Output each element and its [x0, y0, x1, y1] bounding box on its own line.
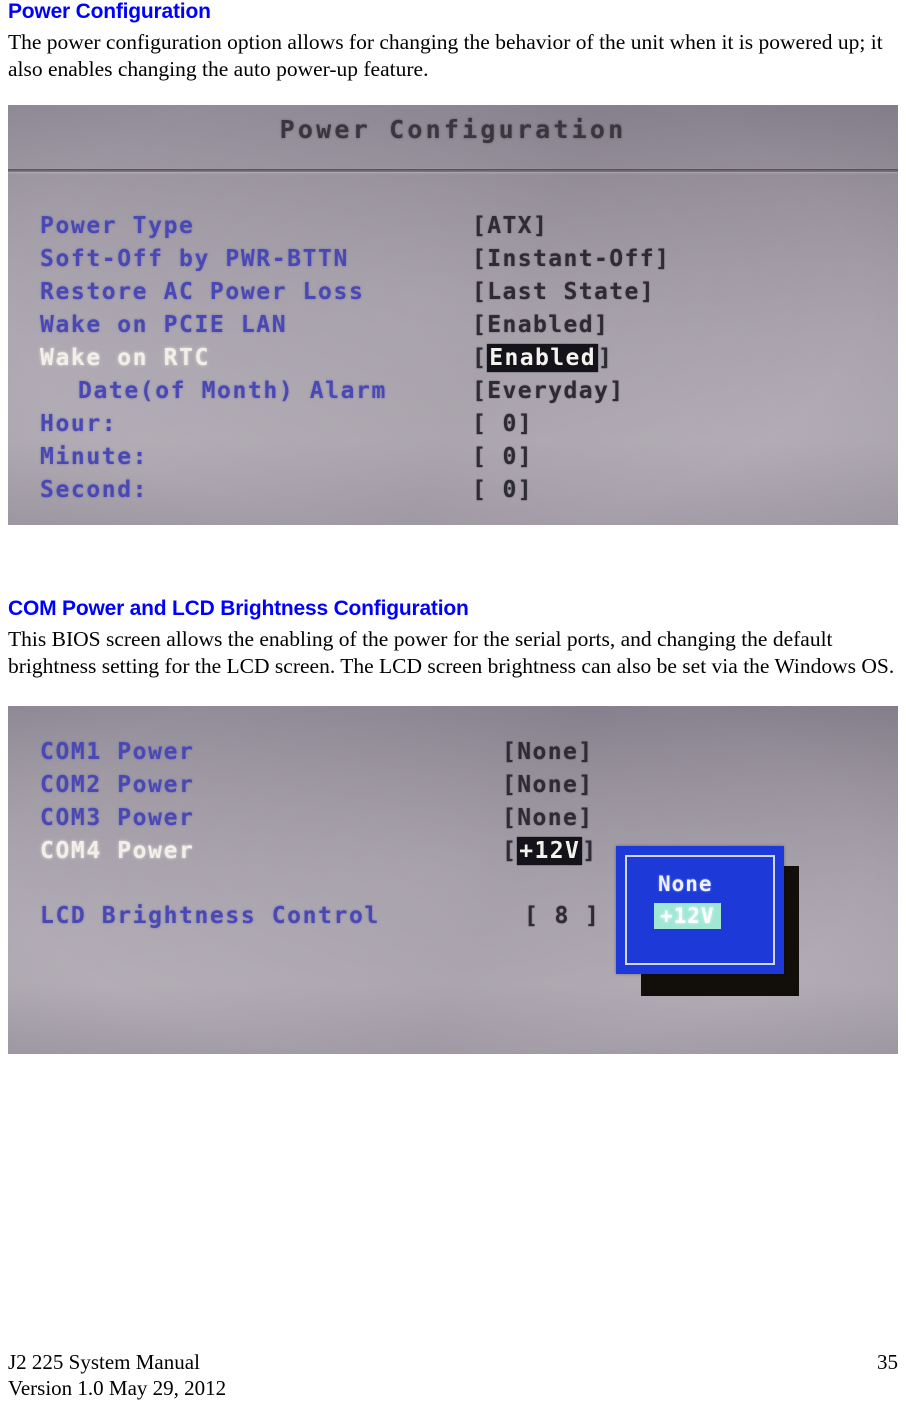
bios-setting-value[interactable]: [ 0]: [472, 441, 533, 474]
bios-screenshot-com-power-lcd-brightness: COM1 Power [None] COM2 Power [None] COM3 Pow…: [8, 706, 898, 1054]
bios-setting-row[interactable]: Date(of Month) Alarm [Everyday]: [40, 375, 888, 408]
bios-setting-row[interactable]: Power Type [ATX]: [40, 210, 888, 243]
bios-setting-row[interactable]: Wake on RTC [Enabled]: [40, 342, 888, 375]
section-heading-com-power-lcd-brightness: COM Power and LCD Brightness Configurati…: [8, 597, 469, 620]
bios-setting-label: Hour:: [40, 411, 118, 437]
footer-manual-info: J2 225 System Manual Version 1.0 May 29,…: [8, 1349, 226, 1401]
bios-setting-row[interactable]: Second: [ 0]: [40, 474, 888, 507]
bios-setting-value[interactable]: [Last State]: [472, 276, 655, 309]
bios-setting-value[interactable]: [+12V]: [502, 835, 598, 868]
footer-version-line: Version 1.0 May 29, 2012: [8, 1376, 227, 1400]
bios-setting-label: Wake on PCIE LAN: [40, 312, 288, 338]
section-heading-power-configuration: Power Configuration: [8, 0, 211, 23]
bios-setting-label: Date(of Month) Alarm: [78, 378, 387, 404]
footer-page-number: 35: [877, 1350, 898, 1374]
bios-setting-row[interactable]: Minute: [ 0]: [40, 441, 888, 474]
bios-setting-value[interactable]: [ 8 ]: [524, 900, 600, 933]
bios-screen-content-com: COM1 Power [None] COM2 Power [None] COM3 Pow…: [8, 706, 898, 1054]
bios-setting-label: LCD Brightness Control: [40, 903, 380, 929]
bios-setting-value[interactable]: [None]: [502, 736, 593, 769]
bios-setting-row[interactable]: Wake on PCIE LAN [Enabled]: [40, 309, 888, 342]
bios-setting-row[interactable]: Restore AC Power Loss [Last State]: [40, 276, 888, 309]
com4-power-option-popup[interactable]: None +12V: [616, 846, 784, 974]
bios-screenshot-power-configuration: Power Configuration Power Type [ATX] Soft-…: [8, 105, 898, 525]
bios-setting-label: Power Type: [40, 213, 195, 239]
bios-setting-label: COM1 Power: [40, 739, 195, 765]
bios-setting-value[interactable]: [Everyday]: [472, 375, 624, 408]
bios-setting-label: COM4 Power: [40, 838, 195, 864]
popup-option-none[interactable]: None: [658, 872, 713, 896]
bios-title-divider: [8, 169, 898, 172]
popup-option-12v-selected[interactable]: +12V: [654, 903, 721, 929]
bios-screen-title: Power Configuration: [279, 115, 627, 144]
bios-setting-value[interactable]: [None]: [502, 802, 593, 835]
section-body-com-power-lcd-brightness: This BIOS screen allows the enabling of …: [8, 627, 895, 678]
bios-settings-list: Power Type [ATX] Soft-Off by PWR-BTTN [Inst…: [40, 210, 888, 507]
bios-setting-value[interactable]: [ 0]: [472, 408, 533, 441]
bios-screen-content: Power Configuration Power Type [ATX] Soft-…: [8, 105, 898, 525]
footer-manual-title: J2 225 System Manual: [8, 1350, 200, 1374]
bios-setting-row[interactable]: COM1 Power [None]: [40, 736, 888, 769]
bios-setting-label: Second:: [40, 477, 149, 503]
manual-page: Power Configuration The power configurat…: [0, 0, 906, 1419]
section-body-power-configuration: The power configuration option allows fo…: [8, 30, 883, 81]
bios-setting-row[interactable]: Soft-Off by PWR-BTTN [Instant-Off]: [40, 243, 888, 276]
bios-setting-label: COM3 Power: [40, 805, 195, 831]
bios-setting-label: Wake on RTC: [40, 345, 210, 371]
bios-setting-label: Restore AC Power Loss: [40, 279, 365, 305]
bios-setting-row[interactable]: COM3 Power [None]: [40, 802, 888, 835]
bios-setting-label: Soft-Off by PWR-BTTN: [40, 246, 349, 272]
bios-setting-label: Minute:: [40, 444, 149, 470]
bios-setting-row[interactable]: COM2 Power [None]: [40, 769, 888, 802]
page-footer: J2 225 System Manual Version 1.0 May 29,…: [8, 1349, 898, 1401]
bios-setting-value[interactable]: [ 0]: [472, 474, 533, 507]
bios-value-highlight: +12V: [517, 837, 583, 865]
bios-setting-value[interactable]: [Enabled]: [472, 342, 613, 375]
bios-setting-label: COM2 Power: [40, 772, 195, 798]
bios-setting-value[interactable]: [ATX]: [472, 210, 548, 243]
bios-setting-value[interactable]: [None]: [502, 769, 593, 802]
bios-setting-value[interactable]: [Enabled]: [472, 309, 609, 342]
bios-setting-value[interactable]: [Instant-Off]: [472, 243, 670, 276]
bios-value-highlight: Enabled: [487, 344, 598, 372]
bios-setting-row[interactable]: Hour: [ 0]: [40, 408, 888, 441]
